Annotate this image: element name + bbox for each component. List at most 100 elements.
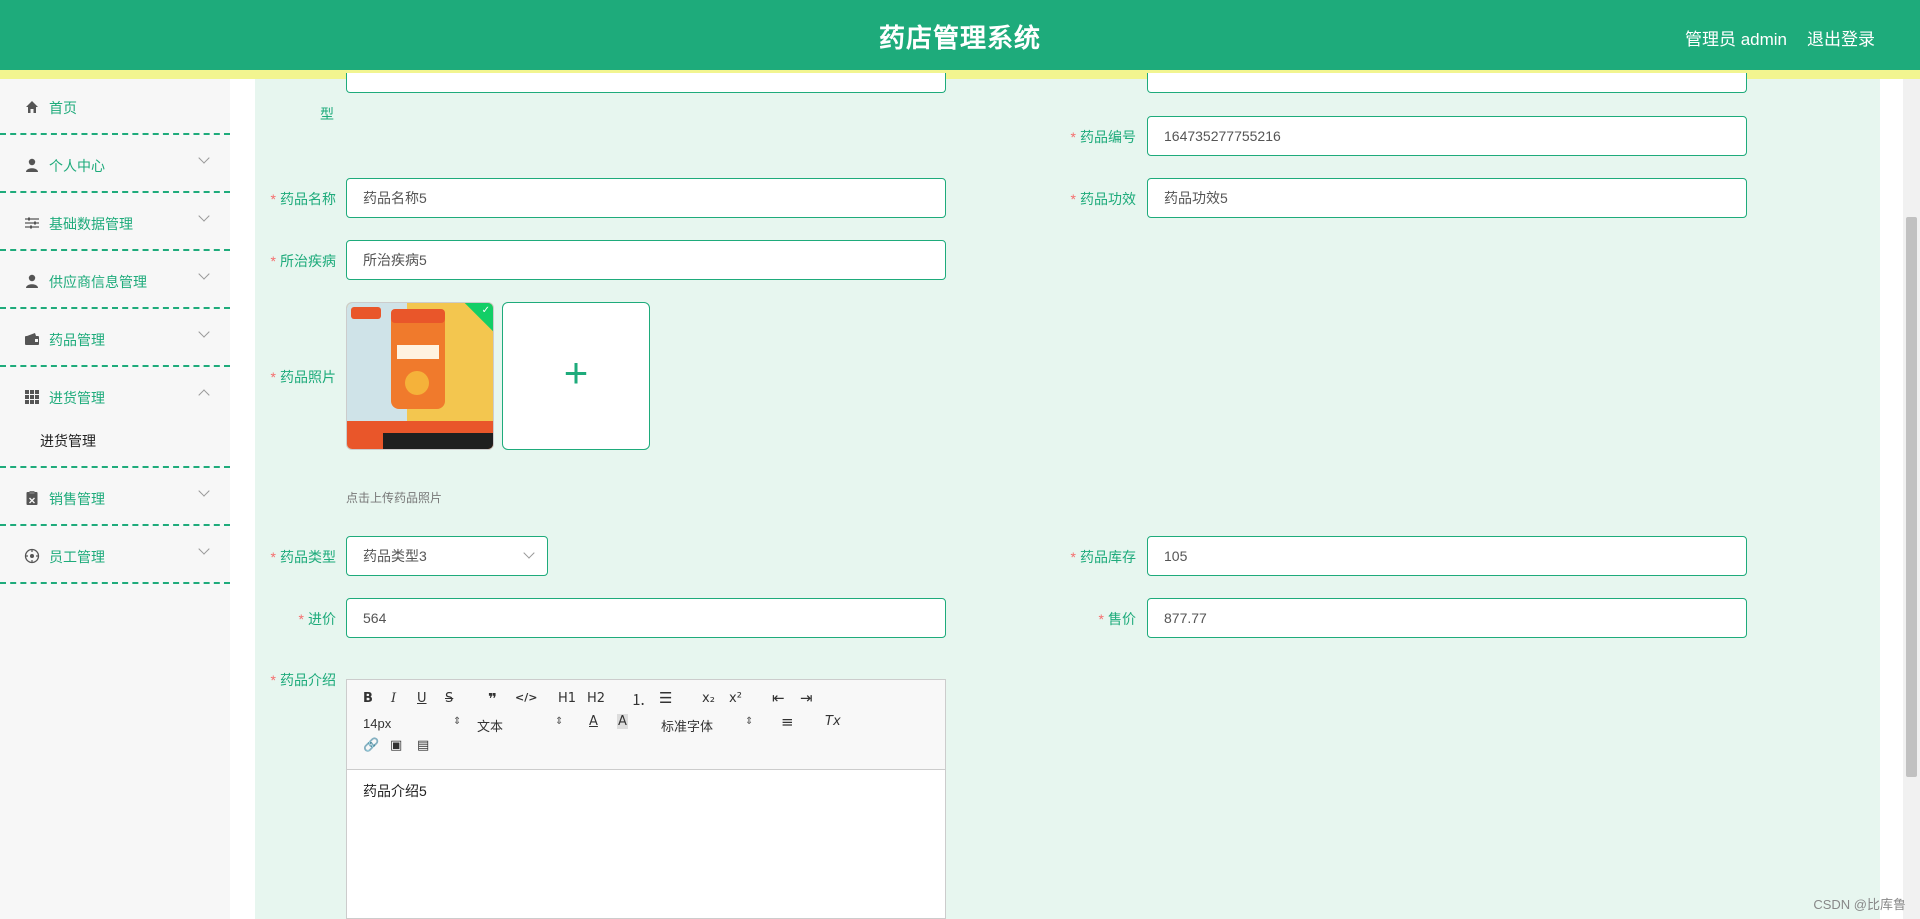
product-photo-image — [347, 303, 493, 449]
code-label: * 药品编号 — [1070, 129, 1136, 145]
disease-label: * 所治疾病 — [270, 253, 336, 269]
truncated-input-left[interactable] — [346, 73, 946, 93]
sidebar-item-label: 个人中心 — [49, 158, 105, 174]
font-family-select[interactable]: 标准字体 ⇕ — [661, 716, 753, 735]
check-icon: ✓ — [481, 305, 490, 316]
medicine-photo-thumbnail[interactable]: ✓ — [346, 302, 494, 450]
blockquote-icon[interactable]: ❞ — [488, 690, 497, 708]
purchase-price-input[interactable]: 564 — [346, 598, 946, 638]
plus-icon: + — [563, 349, 589, 396]
app-title: 药店管理系统 — [878, 23, 1041, 53]
chevron-down-icon — [523, 547, 535, 559]
sidebar-item-label: 销售管理 — [49, 491, 105, 507]
chevron-down-icon — [198, 268, 210, 280]
subscript-icon[interactable]: x₂ — [702, 691, 715, 706]
photo-label: * 药品照片 — [270, 369, 336, 385]
sale-price-input[interactable]: 877.77 — [1147, 598, 1747, 638]
sidebar-item-base-data[interactable]: 基础数据管理 — [0, 195, 230, 251]
intro-label: * 药品介绍 — [270, 672, 336, 688]
sidebar: 首页 个人中心 基础数据管理 供应商信息管理 药品管理 进货管理 进货管理 销售… — [0, 79, 230, 919]
font-size-select[interactable]: 14px ⇕ — [363, 716, 461, 731]
chevron-down-icon — [198, 152, 210, 164]
video-icon[interactable]: ▤ — [417, 738, 429, 753]
editor-toolbar: B I U S ❞ </> H1 H2 ⒈ ☰ x₂ x² ⇤ ⇥ 14px ⇕ … — [347, 680, 945, 770]
user-icon — [24, 157, 40, 173]
sidebar-item-label: 供应商信息管理 — [49, 274, 147, 290]
sidebar-item-home[interactable]: 首页 — [0, 79, 230, 135]
background-color-icon[interactable]: A — [617, 714, 628, 729]
wallet-icon — [24, 331, 40, 347]
font-family-value: 标准字体 — [661, 719, 714, 734]
chevron-down-icon — [198, 210, 210, 222]
heading2-icon[interactable]: H2 — [587, 691, 605, 706]
medicine-name-input[interactable]: 药品名称5 — [346, 178, 946, 218]
sidebar-item-label: 进货管理 — [49, 390, 105, 406]
partial-form-label: 型 — [320, 106, 334, 122]
underline-icon[interactable]: U — [417, 691, 427, 706]
upload-tip: 点击上传药品照片 — [346, 491, 443, 505]
italic-icon[interactable]: I — [391, 691, 396, 706]
clipboard-icon — [24, 490, 40, 506]
scrollbar-thumb[interactable] — [1906, 217, 1917, 777]
sidebar-item-label: 首页 — [49, 100, 77, 116]
link-icon[interactable]: 🔗 — [363, 738, 379, 753]
code-block-icon[interactable]: </> — [515, 691, 537, 704]
upload-photo-button[interactable]: + — [502, 302, 650, 450]
sidebar-item-label: 员工管理 — [49, 549, 105, 565]
medicine-effect-input[interactable]: 药品功效5 — [1147, 178, 1747, 218]
sidebar-item-personal-center[interactable]: 个人中心 — [0, 137, 230, 193]
chevron-down-icon — [198, 326, 210, 338]
type-label: * 药品类型 — [270, 549, 336, 565]
outdent-icon[interactable]: ⇤ — [772, 689, 785, 707]
select-arrow-icon: ⇕ — [555, 716, 564, 727]
submenu-item-purchase[interactable]: 进货管理 — [0, 412, 230, 468]
stock-input[interactable]: 105 — [1147, 536, 1747, 576]
watermark: CSDN @比库鲁 — [1813, 897, 1906, 912]
sale-price-label: * 售价 — [1098, 611, 1136, 627]
submenu-item-label: 进货管理 — [40, 433, 96, 449]
heading1-icon[interactable]: H1 — [558, 691, 576, 706]
chevron-up-icon — [198, 389, 210, 401]
select-arrow-icon: ⇕ — [745, 716, 754, 727]
truncated-input-right[interactable] — [1147, 73, 1747, 93]
sidebar-item-medicine[interactable]: 药品管理 — [0, 311, 230, 367]
superscript-icon[interactable]: x² — [729, 691, 742, 706]
chevron-down-icon — [198, 485, 210, 497]
font-color-icon[interactable]: A — [589, 714, 598, 729]
effect-label: * 药品功效 — [1070, 191, 1136, 207]
sidebar-item-label: 基础数据管理 — [49, 216, 133, 232]
disease-input[interactable]: 所治疾病5 — [346, 240, 946, 280]
rich-text-editor[interactable]: B I U S ❞ </> H1 H2 ⒈ ☰ x₂ x² ⇤ ⇥ 14px ⇕ … — [346, 679, 946, 919]
sidebar-item-staff[interactable]: 员工管理 — [0, 528, 230, 584]
image-icon[interactable]: ▣ — [390, 738, 402, 753]
chevron-down-icon — [198, 543, 210, 555]
top-header: 药店管理系统 管理员 admin 退出登录 — [0, 0, 1920, 70]
select-arrow-icon: ⇕ — [453, 716, 462, 727]
page-scrollbar[interactable] — [1903, 79, 1920, 919]
text-format-select[interactable]: 文本 ⇕ — [477, 716, 563, 735]
sidebar-item-label: 药品管理 — [49, 332, 105, 348]
medicine-code-input[interactable]: 164735277755216 — [1147, 116, 1747, 156]
bullet-list-icon[interactable]: ☰ — [659, 689, 672, 707]
medicine-type-select[interactable]: 药品类型3 — [346, 536, 548, 576]
clear-format-icon[interactable]: Tx — [825, 714, 841, 729]
grid-icon — [24, 389, 40, 405]
select-value: 药品类型3 — [363, 548, 427, 564]
admin-label: 管理员 admin — [1684, 30, 1787, 49]
sidebar-item-sales[interactable]: 销售管理 — [0, 470, 230, 526]
ordered-list-icon[interactable]: ⒈ — [631, 689, 646, 710]
purchase-price-label: * 进价 — [298, 611, 336, 627]
align-icon[interactable]: ≡ — [781, 713, 794, 731]
editor-content[interactable]: 药品介绍5 — [363, 781, 427, 801]
strikethrough-icon[interactable]: S — [445, 691, 453, 706]
name-label: * 药品名称 — [270, 191, 336, 207]
bold-icon[interactable]: B — [363, 691, 373, 706]
stock-label: * 药品库存 — [1070, 549, 1136, 565]
logout-button[interactable]: 退出登录 — [1807, 25, 1875, 50]
indent-icon[interactable]: ⇥ — [800, 689, 813, 707]
text-format-value: 文本 — [477, 719, 504, 734]
sidebar-item-supplier[interactable]: 供应商信息管理 — [0, 253, 230, 309]
sliders-icon — [24, 215, 40, 231]
user-icon — [24, 273, 40, 289]
compass-icon — [24, 548, 40, 564]
